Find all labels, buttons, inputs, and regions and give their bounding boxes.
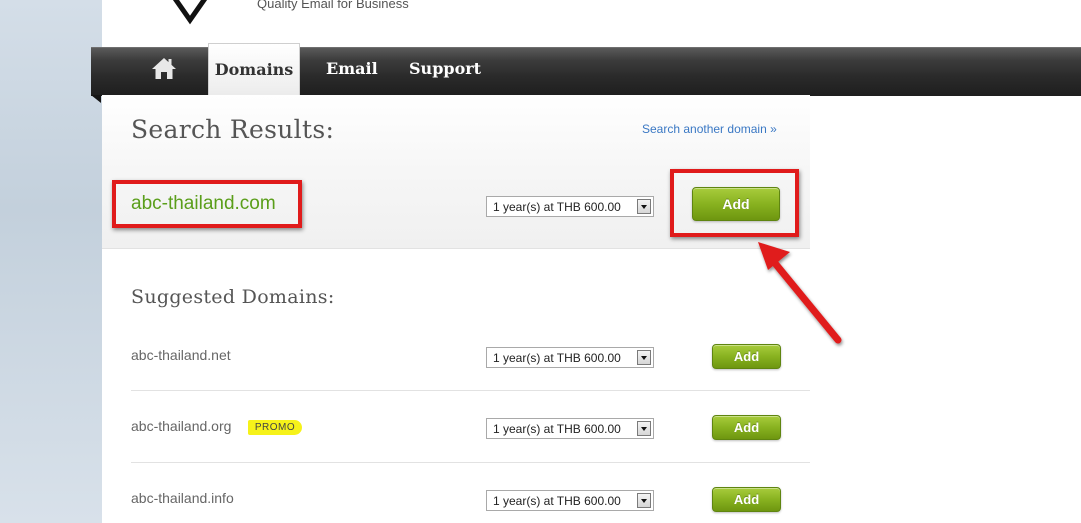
nav-link-email[interactable]: Email xyxy=(326,59,378,78)
navbar-fold xyxy=(91,95,101,103)
nav-tab-domains-label: Domains xyxy=(214,60,294,79)
period-select-value: 1 year(s) at THB 600.00 xyxy=(493,422,621,436)
period-select-value: 1 year(s) at THB 600.00 xyxy=(493,200,621,214)
period-select-value: 1 year(s) at THB 600.00 xyxy=(493,494,621,508)
row-divider xyxy=(131,462,810,463)
period-select[interactable]: 1 year(s) at THB 600.00 xyxy=(486,347,654,368)
search-another-domain-link[interactable]: Search another domain » xyxy=(642,122,777,136)
nav-link-support[interactable]: Support xyxy=(409,59,481,78)
dropdown-arrow-icon xyxy=(637,350,651,365)
suggested-domains-title: Suggested Domains: xyxy=(131,286,335,308)
add-button-main[interactable]: Add xyxy=(692,187,780,221)
add-button[interactable]: Add xyxy=(712,344,781,369)
suggested-domain-name: abc-thailand.org xyxy=(131,418,232,434)
dropdown-arrow-icon xyxy=(637,421,651,436)
period-select[interactable]: 1 year(s) at THB 600.00 xyxy=(486,418,654,439)
nav-tab-domains[interactable]: Domains xyxy=(208,43,300,95)
search-results-title: Search Results: xyxy=(131,115,335,144)
period-select[interactable]: 1 year(s) at THB 600.00 xyxy=(486,490,654,511)
annotation-arrow xyxy=(758,242,842,344)
dropdown-arrow-icon xyxy=(637,199,651,214)
period-select-value: 1 year(s) at THB 600.00 xyxy=(493,351,621,365)
home-icon[interactable] xyxy=(151,56,177,82)
suggested-domain-name: abc-thailand.info xyxy=(131,490,234,506)
header-tagline: Quality Email for Business xyxy=(257,0,409,11)
row-divider xyxy=(131,390,810,391)
promo-badge: PROMO xyxy=(248,420,302,435)
dropdown-arrow-icon xyxy=(637,493,651,508)
searched-domain-name: abc-thailand.com xyxy=(131,193,276,214)
add-button[interactable]: Add xyxy=(712,487,781,512)
add-button[interactable]: Add xyxy=(712,415,781,440)
period-select-main[interactable]: 1 year(s) at THB 600.00 xyxy=(486,196,654,217)
suggested-domain-name: abc-thailand.net xyxy=(131,347,231,363)
company-logo xyxy=(172,0,208,25)
